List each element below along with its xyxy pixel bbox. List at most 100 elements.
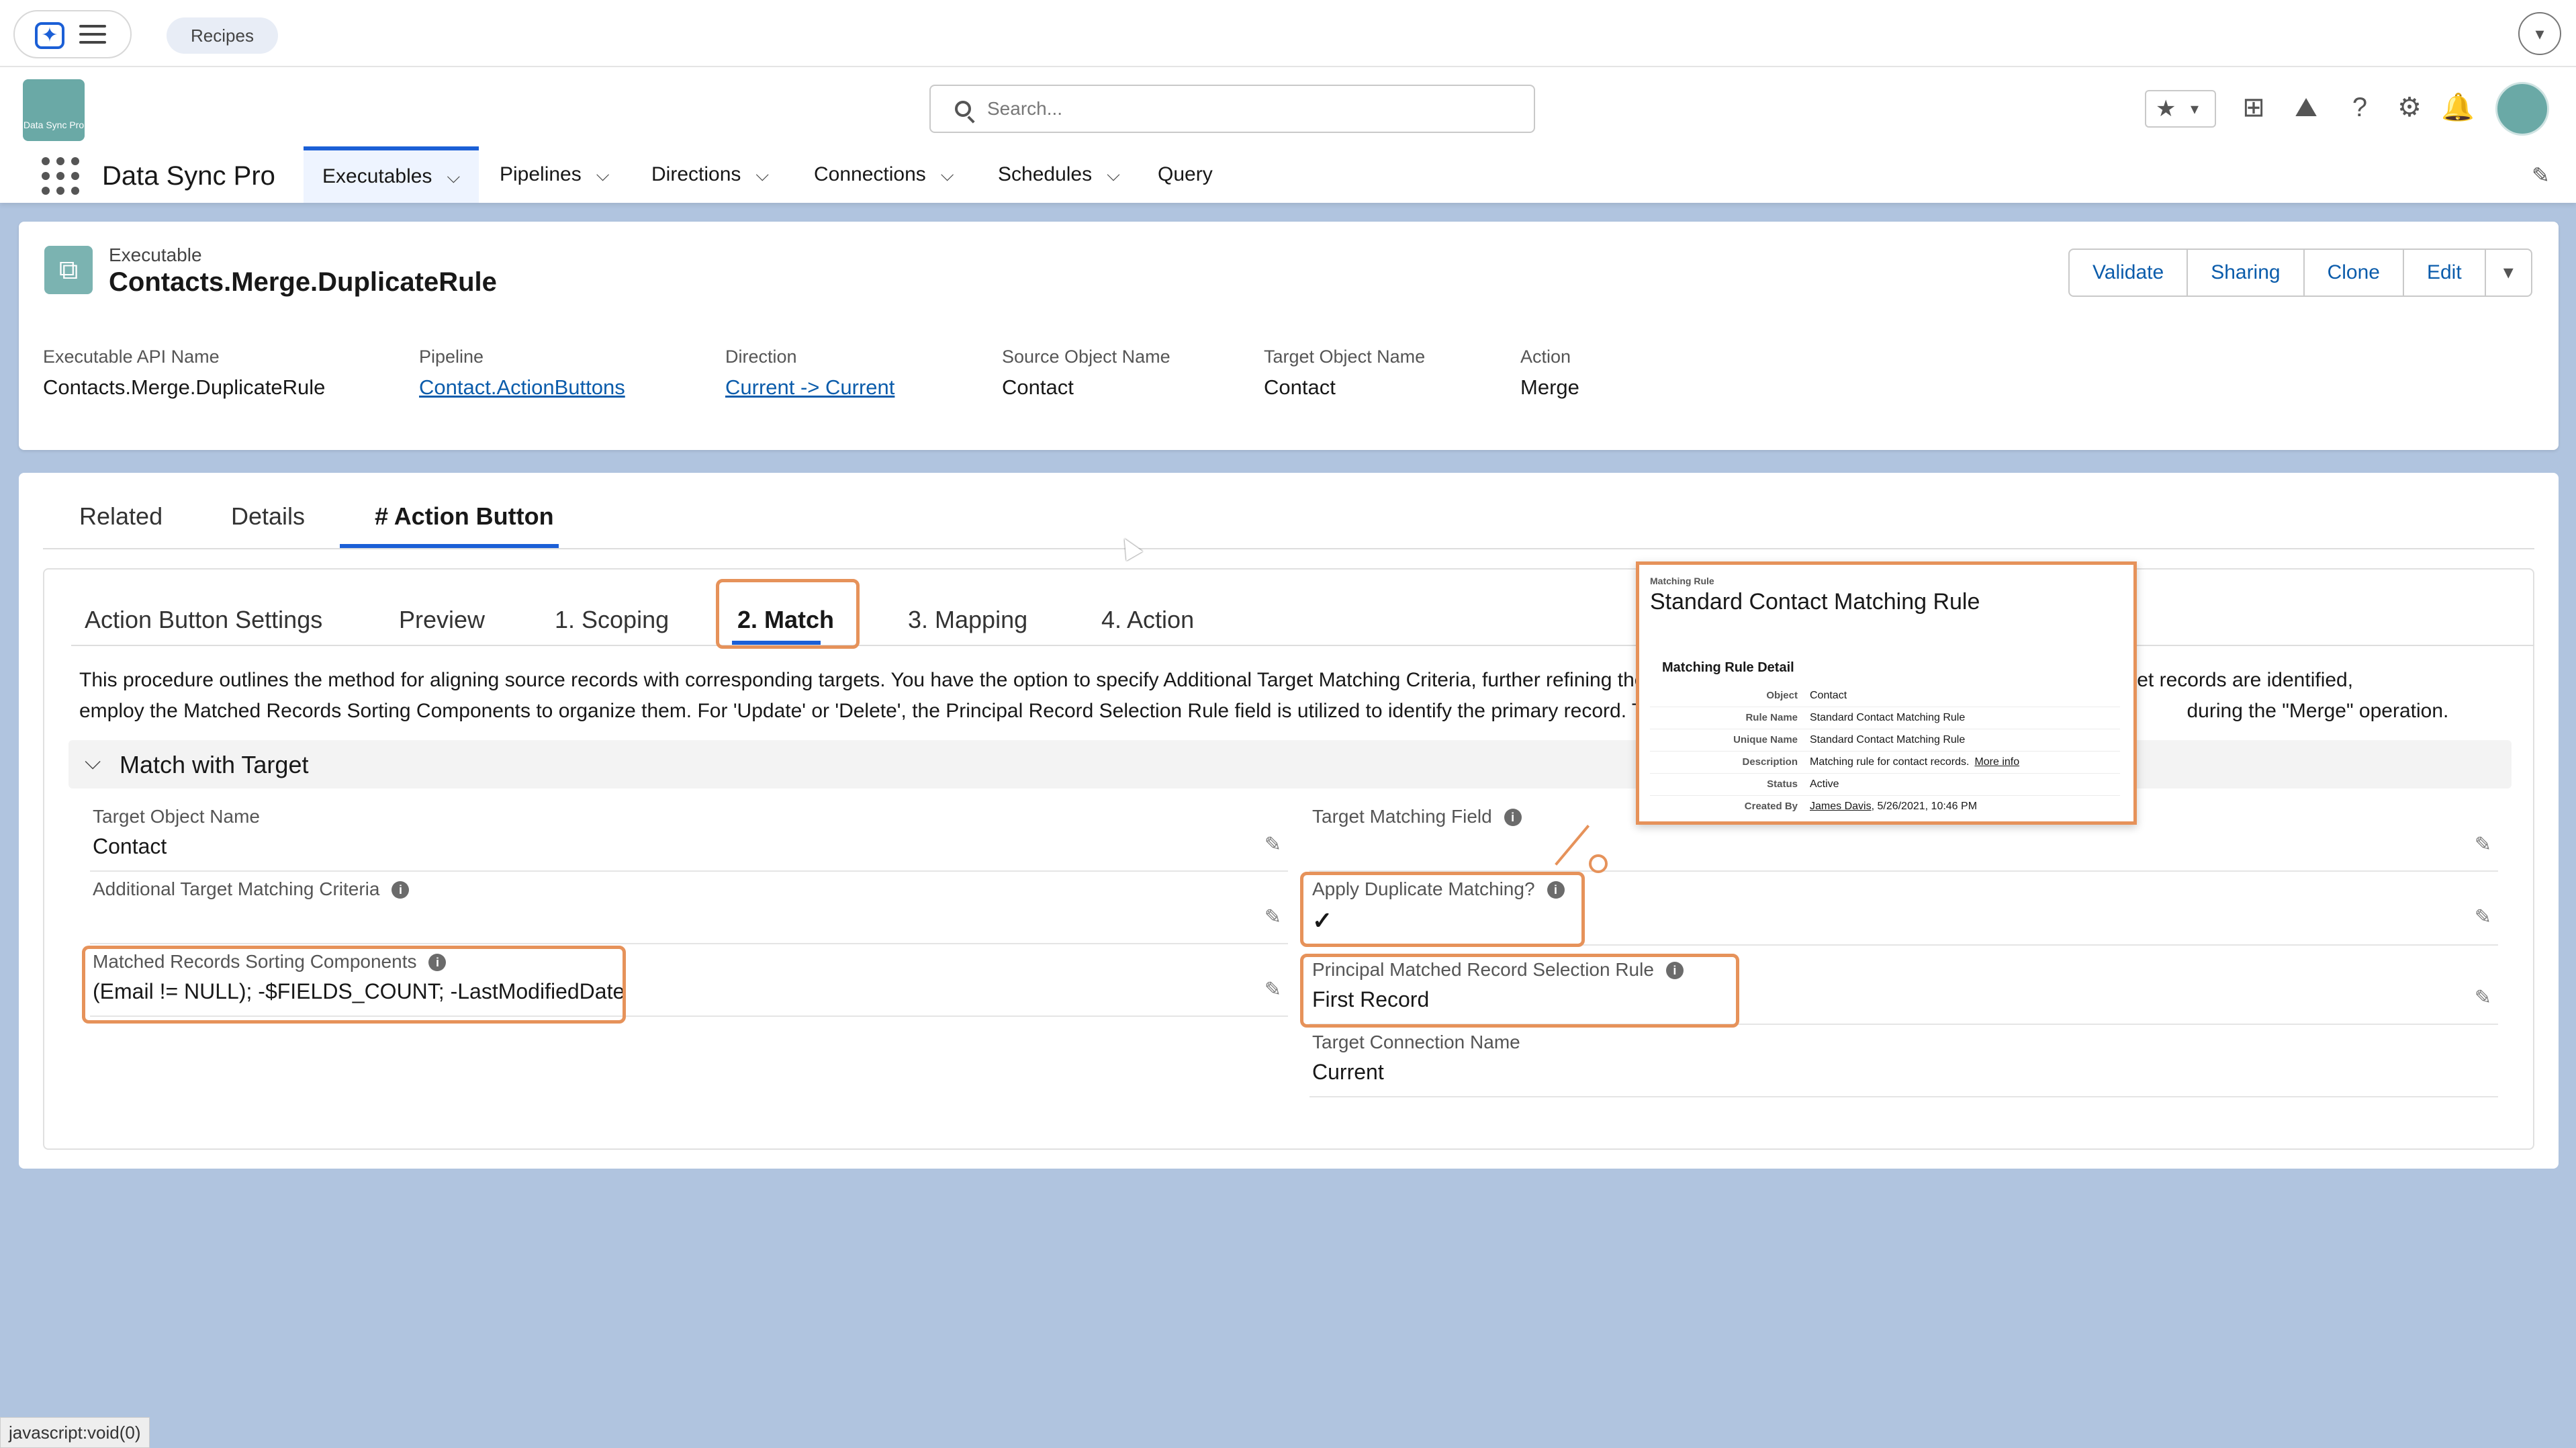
search-placeholder: Search... (987, 98, 1063, 119)
chevron-down-icon[interactable]: ⌵ (596, 146, 610, 203)
tab-details[interactable]: Details (231, 502, 305, 531)
bell-icon[interactable]: 🔔 (2438, 87, 2478, 128)
highlight-api-name: Executable API Name Contacts.Merge.Dupli… (43, 347, 325, 400)
edit-pencil-icon[interactable]: ✎ (2475, 986, 2491, 1009)
popover-row: Object Contact (1650, 686, 2120, 707)
nav-item-directions[interactable]: Directions ⌵ (633, 146, 788, 203)
popover-anchor-dot (1589, 854, 1608, 873)
app-launcher-pill[interactable]: ✦ (13, 10, 132, 58)
highlight-label: Pipeline (419, 347, 484, 367)
duplicate-matching-highlight (1300, 872, 1585, 947)
edit-pencil-icon[interactable]: ✎ (1264, 833, 1281, 856)
tab-related[interactable]: Related (79, 502, 163, 531)
validate-button[interactable]: Validate (2068, 248, 2189, 297)
highlight-value: Contacts.Merge.DuplicateRule (43, 375, 326, 399)
description-line-2: employ the Matched Records Sorting Compo… (79, 700, 1670, 722)
chevron-down-icon[interactable]: ▾ (2191, 99, 2199, 119)
add-icon[interactable]: ⊞ (2234, 87, 2274, 128)
nav-item-query[interactable]: Query (1139, 146, 1232, 203)
tab-action-button[interactable]: # Action Button (375, 502, 554, 531)
popover-type-label: Matching Rule (1650, 576, 1714, 586)
help-icon[interactable]: ? (2340, 87, 2380, 128)
field-label-text: Additional Target Matching Criteria (93, 878, 380, 899)
info-icon[interactable]: i (392, 881, 410, 899)
highlight-label: Direction (725, 347, 797, 367)
subtab-action[interactable]: 4. Action (1101, 606, 1194, 634)
favorites-button[interactable]: ★ ▾ (2145, 90, 2216, 128)
nav-item-executables[interactable]: Executables ⌵ (304, 146, 479, 203)
popover-row-value: Standard Contact Matching Rule (1810, 712, 1966, 723)
edit-button[interactable]: Edit (2402, 248, 2486, 297)
popover-row: Rule Name Standard Contact Matching Rule (1650, 708, 2120, 729)
app-launcher-waffle-icon[interactable] (42, 157, 79, 195)
highlight-target-object: Target Object Name Contact (1264, 347, 1425, 400)
edit-pencil-icon[interactable]: ✎ (1264, 905, 1281, 929)
record-type-label: Executable (109, 244, 202, 265)
top-strip: ✦ Recipes ▾ (0, 0, 2576, 67)
subtab-scoping[interactable]: 1. Scoping (555, 606, 669, 634)
agent-spark-icon[interactable]: ✦ (35, 22, 64, 49)
chevron-down-icon[interactable]: ⌵ (447, 150, 460, 203)
star-icon[interactable]: ★ (2156, 95, 2176, 122)
field-value: Contact (93, 834, 167, 858)
search-input[interactable]: Search... (929, 85, 1535, 133)
nav-item-connections[interactable]: Connections ⌵ (795, 146, 973, 203)
popover-row-value: James Davis, 5/26/2021, 10:46 PM (1810, 801, 1977, 813)
avatar[interactable] (2495, 82, 2549, 136)
popover-row-key: Status (1767, 778, 1798, 790)
section-header-match-with-target[interactable]: ⌵ Match with Target (68, 740, 2512, 788)
description-line-1: This procedure outlines the method for a… (79, 669, 1661, 691)
field-value: Current (1312, 1060, 1384, 1084)
clone-button[interactable]: Clone (2303, 248, 2404, 297)
chevron-down-icon[interactable]: ⌵ (1107, 146, 1120, 203)
edit-pencil-icon[interactable]: ✎ (2475, 905, 2491, 929)
search-icon (955, 101, 971, 117)
logo-text: Data Sync Pro (23, 120, 85, 130)
field-label: Additional Target Matching Criteria i (93, 878, 410, 900)
pipeline-link[interactable]: Contact.ActionButtons (419, 375, 625, 400)
action-button-panel: Action Button Settings Preview 1. Scopin… (43, 568, 2534, 1150)
highlight-value: Contact (1264, 375, 1336, 399)
chevron-down-icon[interactable]: ⌵ (755, 146, 769, 203)
chevron-down-icon[interactable]: ▾ (2518, 12, 2561, 55)
chevron-down-icon[interactable]: ⌵ (85, 750, 101, 775)
popover-row-value: Matching rule for contact records. More i… (1810, 756, 2019, 768)
chevron-down-icon[interactable]: ⌵ (941, 146, 954, 203)
trailhead-icon[interactable]: ⛰ (2286, 87, 2326, 128)
popover-row-key: Description (1742, 756, 1798, 768)
popover-row-key: Created By (1744, 801, 1798, 812)
subtab-action-button-settings[interactable]: Action Button Settings (85, 606, 322, 634)
description-text: Matching rule for contact records. (1810, 756, 1970, 768)
direction-link[interactable]: Current -> Current (725, 375, 894, 400)
description-line-2-end: during the "Merge" operation. (2187, 700, 2449, 722)
nav-item-label: Pipelines (500, 163, 582, 185)
highlight-value: Merge (1520, 375, 1579, 399)
highlight-label: Source Object Name (1002, 347, 1170, 367)
edit-pencil-icon[interactable]: ✎ (2475, 833, 2491, 856)
created-by-link[interactable]: James Davis (1810, 801, 1872, 812)
more-actions-chevron-icon[interactable]: ▾ (2484, 248, 2532, 297)
recipes-pill[interactable]: Recipes (167, 17, 278, 54)
info-icon[interactable]: i (1504, 809, 1522, 826)
sharing-button[interactable]: Sharing (2187, 248, 2305, 297)
field-target-object-name: Target Object Name Contact ✎ (90, 801, 1288, 872)
field-label: Target Connection Name (1312, 1032, 1520, 1052)
created-date: , 5/26/2021, 10:46 PM (1871, 801, 1978, 812)
hamburger-menu-icon[interactable] (79, 25, 106, 46)
highlight-label: Executable API Name (43, 347, 220, 367)
popover-row: Unique Name Standard Contact Matching Ru… (1650, 730, 2120, 752)
nav-item-schedules[interactable]: Schedules ⌵ (979, 146, 1139, 203)
subtab-preview[interactable]: Preview (399, 606, 485, 634)
nav-item-pipelines[interactable]: Pipelines ⌵ (481, 146, 628, 203)
edit-nav-pencil-icon[interactable]: ✎ (2532, 163, 2550, 188)
selection-rule-highlight (1300, 954, 1739, 1028)
more-info-link[interactable]: More info (1974, 756, 2019, 768)
popover-row-value: Standard Contact Matching Rule (1810, 734, 1966, 745)
highlight-action: Action Merge (1520, 347, 1579, 400)
global-header: Data Sync Pro Search... ★ ▾ ⊞ ⛰ ? ⚙ 🔔 Da… (0, 67, 2576, 203)
popover-row-value: Contact (1810, 690, 1847, 701)
app-name: Data Sync Pro (102, 161, 275, 191)
gear-icon[interactable]: ⚙ (2389, 87, 2430, 128)
edit-pencil-icon[interactable]: ✎ (1264, 978, 1281, 1001)
subtab-mapping[interactable]: 3. Mapping (908, 606, 1027, 634)
